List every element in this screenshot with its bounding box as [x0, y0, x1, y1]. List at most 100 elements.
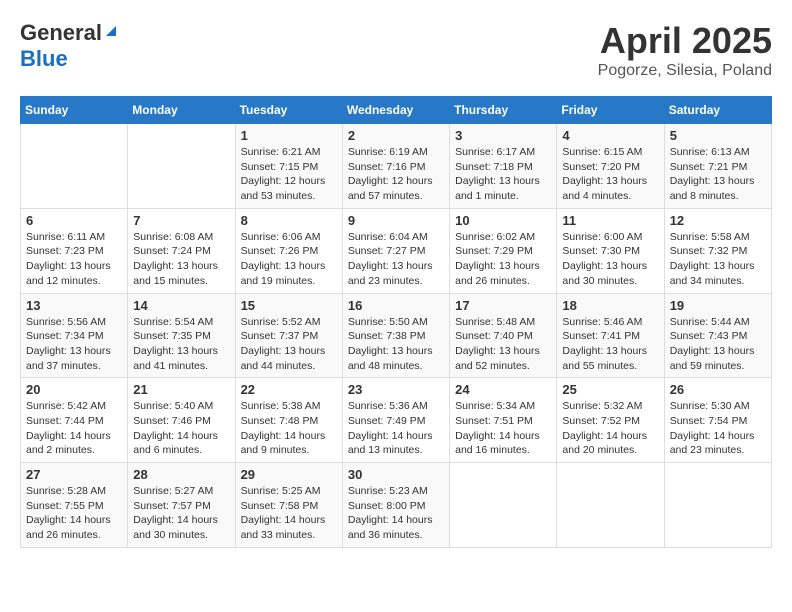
calendar-week-2: 6 Sunrise: 6:11 AMSunset: 7:23 PMDaylight…	[21, 208, 772, 293]
cell-day-number: 21	[133, 382, 229, 397]
cell-day-info: Sunrise: 5:25 AMSunset: 7:58 PMDaylight:…	[241, 484, 337, 543]
cell-day-number: 1	[241, 128, 337, 143]
calendar-cell: 7Sunrise: 6:08 AMSunset: 7:24 PMDaylight…	[128, 208, 235, 293]
calendar-week-5: 27 Sunrise: 5:28 AMSunset: 7:55 PMDayligh…	[21, 463, 772, 548]
cell-day-info: Sunrise: 5:48 AMSunset: 7:40 PMDaylight:…	[455, 315, 551, 374]
logo-general-text: General	[20, 20, 102, 46]
calendar-cell: 27 Sunrise: 5:28 AMSunset: 7:55 PMDayligh…	[21, 463, 128, 548]
calendar-cell: 22 Sunrise: 5:38 AMSunset: 7:48 PMDayligh…	[235, 378, 342, 463]
calendar-cell: 4 Sunrise: 6:15 AMSunset: 7:20 PMDaylight…	[557, 124, 664, 209]
calendar-table: Sunday Monday Tuesday Wednesday Thursday…	[20, 96, 772, 548]
calendar-cell: 14 Sunrise: 5:54 AMSunset: 7:35 PMDayligh…	[128, 293, 235, 378]
col-sunday: Sunday	[21, 97, 128, 124]
cell-day-info: Sunrise: 5:28 AMSunset: 7:55 PMDaylight:…	[26, 484, 122, 543]
calendar-week-3: 13 Sunrise: 5:56 AMSunset: 7:34 PMDayligh…	[21, 293, 772, 378]
calendar-header-row: Sunday Monday Tuesday Wednesday Thursday…	[21, 97, 772, 124]
calendar-cell: 9Sunrise: 6:04 AMSunset: 7:27 PMDaylight…	[342, 208, 449, 293]
logo-blue-text: Blue	[20, 46, 68, 71]
col-saturday: Saturday	[664, 97, 771, 124]
cell-day-info: Sunrise: 6:19 AMSunset: 7:16 PMDaylight:…	[348, 145, 444, 204]
calendar-cell: 10Sunrise: 6:02 AMSunset: 7:29 PMDayligh…	[450, 208, 557, 293]
cell-day-info: Sunrise: 6:08 AMSunset: 7:24 PMDaylight:…	[133, 230, 229, 289]
cell-day-number: 3	[455, 128, 551, 143]
cell-day-info: Sunrise: 5:42 AMSunset: 7:44 PMDaylight:…	[26, 399, 122, 458]
cell-day-number: 9	[348, 213, 444, 228]
cell-day-info: Sunrise: 6:17 AMSunset: 7:18 PMDaylight:…	[455, 145, 551, 204]
cell-day-info: Sunrise: 5:50 AMSunset: 7:38 PMDaylight:…	[348, 315, 444, 374]
calendar-cell: 26 Sunrise: 5:30 AMSunset: 7:54 PMDayligh…	[664, 378, 771, 463]
cell-day-info: Sunrise: 5:54 AMSunset: 7:35 PMDaylight:…	[133, 315, 229, 374]
calendar-cell: 8 Sunrise: 6:06 AMSunset: 7:26 PMDaylight…	[235, 208, 342, 293]
cell-day-info: Sunrise: 5:32 AMSunset: 7:52 PMDaylight:…	[562, 399, 658, 458]
calendar-cell: 15 Sunrise: 5:52 AMSunset: 7:37 PMDayligh…	[235, 293, 342, 378]
calendar-cell	[21, 124, 128, 209]
cell-day-info: Sunrise: 5:36 AMSunset: 7:49 PMDaylight:…	[348, 399, 444, 458]
cell-day-number: 14	[133, 298, 229, 313]
calendar-cell: 28 Sunrise: 5:27 AMSunset: 7:57 PMDayligh…	[128, 463, 235, 548]
cell-day-info: Sunrise: 5:58 AMSunset: 7:32 PMDaylight:…	[670, 230, 766, 289]
cell-day-number: 27	[26, 467, 122, 482]
cell-day-number: 25	[562, 382, 658, 397]
calendar-title: April 2025	[598, 20, 772, 62]
cell-day-info: Sunrise: 6:00 AMSunset: 7:30 PMDaylight:…	[562, 230, 658, 289]
cell-day-info: Sunrise: 6:13 AMSunset: 7:21 PMDaylight:…	[670, 145, 766, 204]
col-friday: Friday	[557, 97, 664, 124]
calendar-cell: 2 Sunrise: 6:19 AMSunset: 7:16 PMDaylight…	[342, 124, 449, 209]
cell-day-number: 11	[562, 213, 658, 228]
calendar-cell	[450, 463, 557, 548]
calendar-cell: 19 Sunrise: 5:44 AMSunset: 7:43 PMDayligh…	[664, 293, 771, 378]
cell-day-info: Sunrise: 5:34 AMSunset: 7:51 PMDaylight:…	[455, 399, 551, 458]
cell-day-info: Sunrise: 6:11 AMSunset: 7:23 PMDaylight:…	[26, 230, 122, 289]
calendar-cell: 21 Sunrise: 5:40 AMSunset: 7:46 PMDayligh…	[128, 378, 235, 463]
col-monday: Monday	[128, 97, 235, 124]
cell-day-info: Sunrise: 5:30 AMSunset: 7:54 PMDaylight:…	[670, 399, 766, 458]
calendar-subtitle: Pogorze, Silesia, Poland	[598, 62, 772, 80]
calendar-cell: 20Sunrise: 5:42 AMSunset: 7:44 PMDayligh…	[21, 378, 128, 463]
cell-day-number: 16	[348, 298, 444, 313]
calendar-cell	[664, 463, 771, 548]
calendar-cell: 11 Sunrise: 6:00 AMSunset: 7:30 PMDayligh…	[557, 208, 664, 293]
col-thursday: Thursday	[450, 97, 557, 124]
calendar-cell: 5 Sunrise: 6:13 AMSunset: 7:21 PMDaylight…	[664, 124, 771, 209]
cell-day-number: 18	[562, 298, 658, 313]
calendar-cell: 29Sunrise: 5:25 AMSunset: 7:58 PMDayligh…	[235, 463, 342, 548]
calendar-cell: 24Sunrise: 5:34 AMSunset: 7:51 PMDayligh…	[450, 378, 557, 463]
calendar-cell: 6 Sunrise: 6:11 AMSunset: 7:23 PMDaylight…	[21, 208, 128, 293]
cell-day-number: 19	[670, 298, 766, 313]
calendar-cell: 23 Sunrise: 5:36 AMSunset: 7:49 PMDayligh…	[342, 378, 449, 463]
cell-day-number: 30	[348, 467, 444, 482]
logo-triangle-icon	[104, 24, 118, 43]
cell-day-number: 26	[670, 382, 766, 397]
col-tuesday: Tuesday	[235, 97, 342, 124]
cell-day-number: 4	[562, 128, 658, 143]
cell-day-number: 5	[670, 128, 766, 143]
cell-day-number: 28	[133, 467, 229, 482]
calendar-week-1: 1Sunrise: 6:21 AMSunset: 7:15 PMDaylight…	[21, 124, 772, 209]
cell-day-info: Sunrise: 5:38 AMSunset: 7:48 PMDaylight:…	[241, 399, 337, 458]
calendar-cell: 16 Sunrise: 5:50 AMSunset: 7:38 PMDayligh…	[342, 293, 449, 378]
calendar-cell: 17 Sunrise: 5:48 AMSunset: 7:40 PMDayligh…	[450, 293, 557, 378]
cell-day-number: 6	[26, 213, 122, 228]
calendar-cell: 30 Sunrise: 5:23 AMSunset: 8:00 PMDayligh…	[342, 463, 449, 548]
cell-day-number: 22	[241, 382, 337, 397]
cell-day-number: 13	[26, 298, 122, 313]
cell-day-info: Sunrise: 5:52 AMSunset: 7:37 PMDaylight:…	[241, 315, 337, 374]
cell-day-info: Sunrise: 5:56 AMSunset: 7:34 PMDaylight:…	[26, 315, 122, 374]
cell-day-number: 15	[241, 298, 337, 313]
cell-day-number: 12	[670, 213, 766, 228]
page-header: General Blue April 2025 Pogorze, Silesia…	[20, 20, 772, 80]
cell-day-info: Sunrise: 6:06 AMSunset: 7:26 PMDaylight:…	[241, 230, 337, 289]
cell-day-info: Sunrise: 5:44 AMSunset: 7:43 PMDaylight:…	[670, 315, 766, 374]
cell-day-number: 2	[348, 128, 444, 143]
cell-day-info: Sunrise: 6:15 AMSunset: 7:20 PMDaylight:…	[562, 145, 658, 204]
cell-day-info: Sunrise: 5:23 AMSunset: 8:00 PMDaylight:…	[348, 484, 444, 543]
cell-day-info: Sunrise: 5:40 AMSunset: 7:46 PMDaylight:…	[133, 399, 229, 458]
cell-day-number: 23	[348, 382, 444, 397]
cell-day-info: Sunrise: 5:27 AMSunset: 7:57 PMDaylight:…	[133, 484, 229, 543]
cell-day-number: 17	[455, 298, 551, 313]
calendar-cell	[557, 463, 664, 548]
cell-day-number: 8	[241, 213, 337, 228]
cell-day-info: Sunrise: 5:46 AMSunset: 7:41 PMDaylight:…	[562, 315, 658, 374]
calendar-week-4: 20Sunrise: 5:42 AMSunset: 7:44 PMDayligh…	[21, 378, 772, 463]
calendar-cell: 3 Sunrise: 6:17 AMSunset: 7:18 PMDaylight…	[450, 124, 557, 209]
